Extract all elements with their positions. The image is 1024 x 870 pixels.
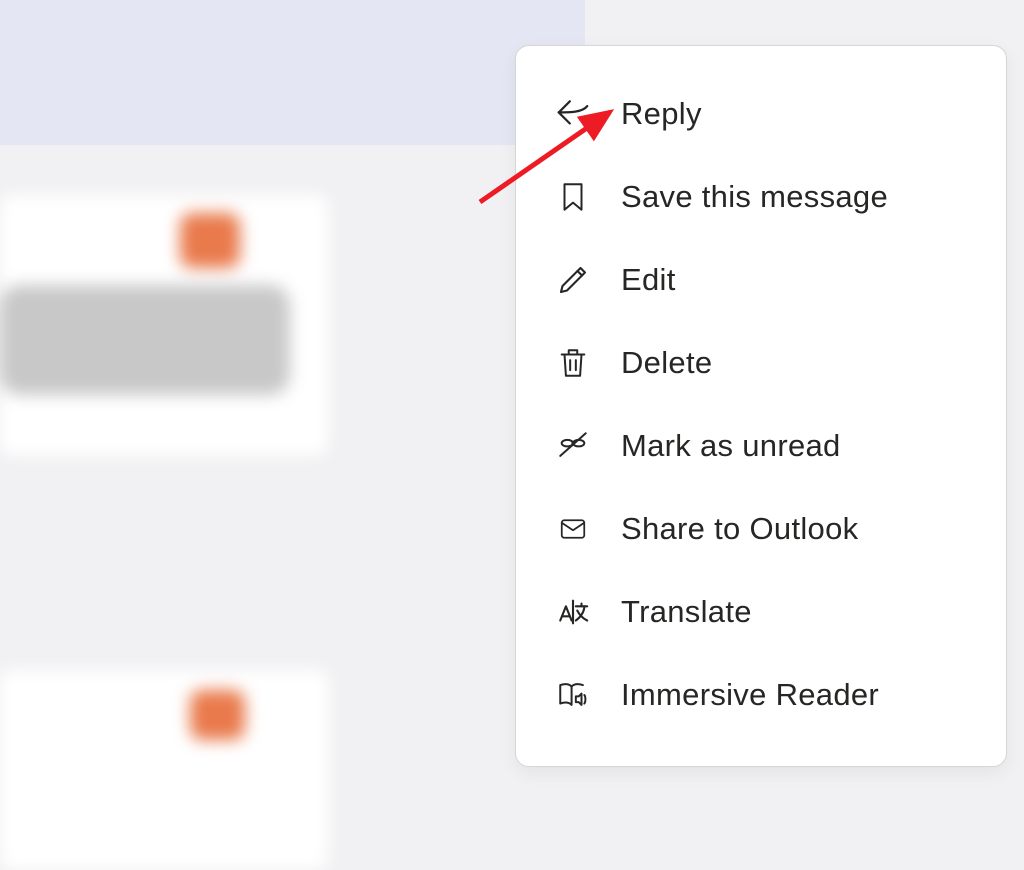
reply-icon [551,92,595,136]
menu-item-edit[interactable]: Edit [516,238,1006,321]
menu-item-label: Mark as unread [621,428,841,464]
message-context-menu: Reply Save this message Edit [515,45,1007,767]
bookmark-icon [551,175,595,219]
menu-item-immersive-reader[interactable]: Immersive Reader [516,653,1006,736]
menu-item-label: Delete [621,345,712,381]
menu-item-delete[interactable]: Delete [516,321,1006,404]
menu-item-label: Save this message [621,179,888,215]
trash-icon [551,341,595,385]
menu-item-label: Share to Outlook [621,511,858,547]
message-text-blur [0,285,290,395]
immersive-reader-icon [551,673,595,717]
menu-item-label: Immersive Reader [621,677,879,713]
menu-item-share-outlook[interactable]: Share to Outlook [516,487,1006,570]
menu-item-label: Reply [621,96,702,132]
top-banner [0,0,585,145]
menu-item-label: Translate [621,594,752,630]
unread-icon [551,424,595,468]
menu-item-save-message[interactable]: Save this message [516,155,1006,238]
menu-item-mark-unread[interactable]: Mark as unread [516,404,1006,487]
menu-item-label: Edit [621,262,676,298]
chat-message-card [0,195,328,455]
avatar [190,690,245,740]
translate-icon [551,590,595,634]
avatar [180,213,240,268]
menu-item-reply[interactable]: Reply [516,72,1006,155]
chat-message-card [0,670,328,870]
menu-item-translate[interactable]: Translate [516,570,1006,653]
pencil-icon [551,258,595,302]
envelope-icon [551,507,595,551]
